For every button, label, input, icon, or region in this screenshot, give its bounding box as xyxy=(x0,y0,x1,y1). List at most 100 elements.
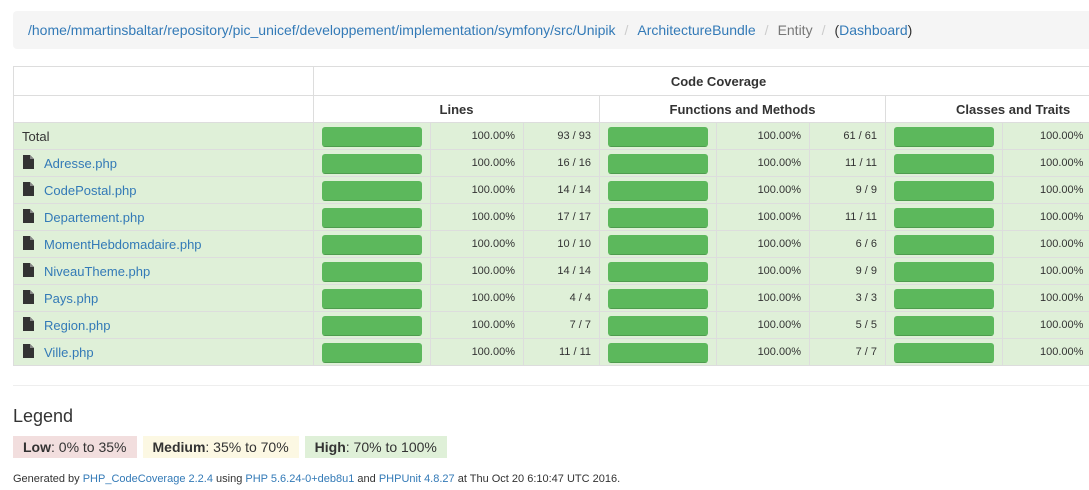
file-link[interactable]: MomentHebdomadaire.php xyxy=(44,237,202,252)
coverage-table: Code Coverage Lines Functions and Method… xyxy=(13,66,1089,366)
lines-percent: 100.00% xyxy=(430,311,524,339)
classes-percent: 100.00% xyxy=(1002,203,1089,231)
file-link[interactable]: Region.php xyxy=(44,318,111,333)
lines-count: 4 / 4 xyxy=(523,284,600,312)
total-label: Total xyxy=(13,122,314,150)
legend-high-range: : 70% to 100% xyxy=(345,439,437,455)
functions-progress-cell xyxy=(599,176,717,204)
file-link[interactable]: Pays.php xyxy=(44,291,98,306)
classes-progress-bar xyxy=(894,234,994,255)
lines-progress-bar xyxy=(322,342,422,363)
functions-progress-cell xyxy=(599,284,717,312)
file-link[interactable]: Departement.php xyxy=(44,210,144,225)
classes-progress-cell xyxy=(885,122,1003,150)
functions-progress-bar xyxy=(608,315,708,336)
lines-progress-cell xyxy=(313,176,431,204)
lines-percent: 100.00% xyxy=(430,203,524,231)
lines-count: 7 / 7 xyxy=(523,311,600,339)
file-icon xyxy=(23,343,34,361)
functions-percent: 100.00% xyxy=(716,338,810,366)
functions-progress-fill xyxy=(608,315,708,336)
lines-count: 10 / 10 xyxy=(523,230,600,258)
classes-progress-cell xyxy=(885,149,1003,177)
footer-timestamp: at Thu Oct 20 6:10:47 UTC 2016. xyxy=(454,473,621,485)
file-name-cell: Adresse.php xyxy=(13,149,314,177)
file-link[interactable]: CodePostal.php xyxy=(44,183,137,198)
lines-progress-fill xyxy=(322,207,422,228)
functions-progress-bar xyxy=(608,180,708,201)
functions-count: 3 / 3 xyxy=(809,284,886,312)
file-name-cell: NiveauTheme.php xyxy=(13,257,314,285)
file-icon xyxy=(23,181,34,199)
lines-progress-cell xyxy=(313,122,431,150)
file-link[interactable]: NiveauTheme.php xyxy=(44,264,150,279)
classes-progress-fill xyxy=(894,234,994,255)
lines-percent: 100.00% xyxy=(430,149,524,177)
functions-count: 9 / 9 xyxy=(809,176,886,204)
lines-count: 11 / 11 xyxy=(523,338,600,366)
classes-progress-bar xyxy=(894,288,994,309)
lines-progress-cell xyxy=(313,203,431,231)
legend: Low: 0% to 35% Medium: 35% to 70% High: … xyxy=(13,436,453,458)
legend-medium-label: Medium xyxy=(152,439,206,455)
classes-progress-bar xyxy=(894,261,994,282)
lines-progress-bar xyxy=(322,153,422,174)
divider xyxy=(13,385,1089,386)
lines-progress-bar xyxy=(322,234,422,255)
classes-percent: 100.00% xyxy=(1002,257,1089,285)
lines-count: 93 / 93 xyxy=(523,122,600,150)
header-blank xyxy=(13,66,314,96)
file-link[interactable]: Adresse.php xyxy=(44,156,117,171)
lines-percent: 100.00% xyxy=(430,257,524,285)
classes-progress-fill xyxy=(894,315,994,336)
header-classes-traits: Classes and Traits xyxy=(885,95,1089,123)
php-link[interactable]: PHP 5.6.24-0+deb8u1 xyxy=(245,473,354,485)
functions-percent: 100.00% xyxy=(716,176,810,204)
file-name-cell: Region.php xyxy=(13,311,314,339)
header-lines: Lines xyxy=(313,95,600,123)
file-icon xyxy=(23,316,34,334)
dashboard-link[interactable]: Dashboard xyxy=(839,22,908,38)
lines-progress-bar xyxy=(322,315,422,336)
file-row: Pays.php 100.00% 4 / 4 100.00% 3 / 3 100.00% xyxy=(13,284,1089,312)
lines-percent: 100.00% xyxy=(430,230,524,258)
breadcrumb-separator: / xyxy=(821,22,826,38)
functions-count: 61 / 61 xyxy=(809,122,886,150)
functions-progress-bar xyxy=(608,153,708,174)
lines-progress-fill xyxy=(322,126,422,147)
breadcrumb-bundle-link[interactable]: ArchitectureBundle xyxy=(637,22,755,38)
breadcrumb-path-link[interactable]: /home/mmartinsbaltar/repository/pic_unic… xyxy=(28,22,615,38)
file-name-cell: CodePostal.php xyxy=(13,176,314,204)
file-link[interactable]: Ville.php xyxy=(44,345,94,360)
functions-progress-fill xyxy=(608,153,708,174)
file-icon xyxy=(23,262,34,280)
lines-progress-bar xyxy=(322,180,422,201)
functions-progress-bar xyxy=(608,261,708,282)
file-row: Ville.php 100.00% 11 / 11 100.00% 7 / 7 100.0… xyxy=(13,338,1089,366)
classes-progress-bar xyxy=(894,153,994,174)
file-name-cell: Departement.php xyxy=(13,203,314,231)
classes-progress-cell xyxy=(885,257,1003,285)
functions-count: 6 / 6 xyxy=(809,230,886,258)
lines-progress-cell xyxy=(313,284,431,312)
phpunit-link[interactable]: PHPUnit 4.8.27 xyxy=(379,473,455,485)
footer-and: and xyxy=(354,473,379,485)
breadcrumb-current: Entity xyxy=(777,22,813,38)
file-row: NiveauTheme.php 100.00% 14 / 14 100.00% 9 / … xyxy=(13,257,1089,285)
functions-progress-cell xyxy=(599,230,717,258)
classes-progress-cell xyxy=(885,203,1003,231)
file-icon xyxy=(23,154,34,172)
codecoverage-link[interactable]: PHP_CodeCoverage 2.2.4 xyxy=(83,473,213,485)
lines-percent: 100.00% xyxy=(430,122,524,150)
functions-percent: 100.00% xyxy=(716,257,810,285)
file-row: Adresse.php 100.00% 16 / 16 100.00% 11 / 11 1… xyxy=(13,149,1089,177)
lines-progress-fill xyxy=(322,315,422,336)
functions-progress-cell xyxy=(599,203,717,231)
lines-progress-cell xyxy=(313,338,431,366)
classes-progress-fill xyxy=(894,207,994,228)
classes-progress-cell xyxy=(885,284,1003,312)
legend-title: Legend xyxy=(13,406,74,426)
lines-progress-fill xyxy=(322,261,422,282)
lines-count: 14 / 14 xyxy=(523,176,600,204)
file-row: Region.php 100.00% 7 / 7 100.00% 5 / 5 100.00… xyxy=(13,311,1089,339)
